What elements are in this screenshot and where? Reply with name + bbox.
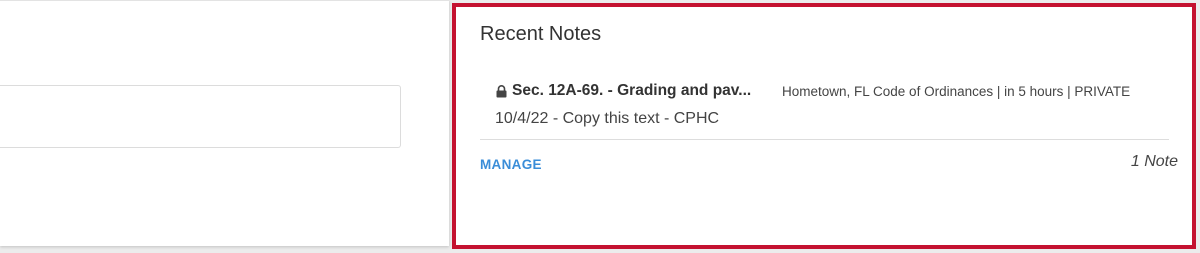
manage-link[interactable]: MANAGE xyxy=(480,157,542,172)
left-input-box[interactable] xyxy=(0,85,401,148)
note-body: 10/4/22 - Copy this text - CPHC xyxy=(495,110,720,127)
recent-notes-title: Recent Notes xyxy=(480,23,602,45)
note-meta: Hometown, FL Code of Ordinances | in 5 h… xyxy=(782,83,1131,99)
note-count: 1 Note xyxy=(1130,153,1178,170)
recent-notes-panel: Recent Notes Sec. 12A-69. - Grading and … xyxy=(452,3,1196,249)
divider xyxy=(480,139,1169,140)
note-item[interactable]: Sec. 12A-69. - Grading and pav... Hometo… xyxy=(494,79,1154,103)
left-panel xyxy=(0,0,449,246)
lock-icon xyxy=(494,83,508,99)
note-title-link[interactable]: Sec. 12A-69. - Grading and pav... xyxy=(512,82,782,100)
